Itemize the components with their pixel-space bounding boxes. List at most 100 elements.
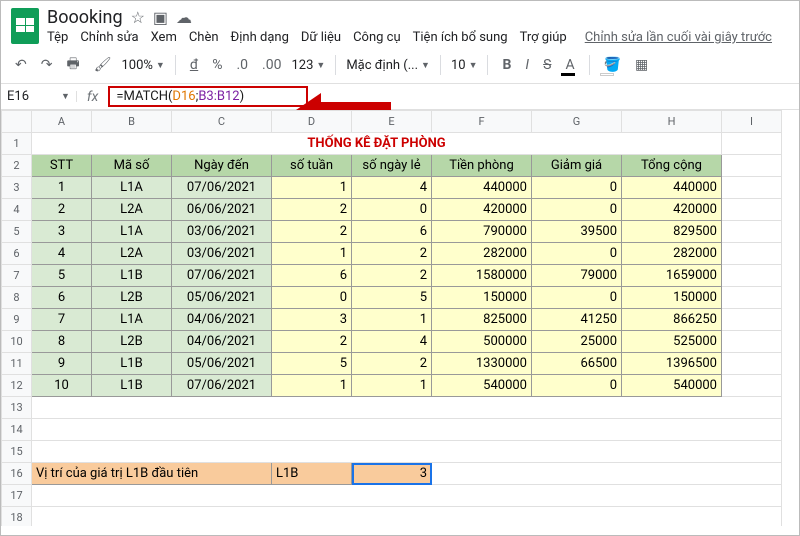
row-header[interactable]: 2 [2, 155, 32, 177]
menu-data[interactable]: Dữ liệu [301, 30, 341, 45]
cell[interactable]: 2 [352, 265, 432, 287]
table-header[interactable]: Giảm giá [532, 155, 622, 177]
cell[interactable] [32, 397, 782, 419]
row-header[interactable]: 8 [2, 287, 32, 309]
cell[interactable] [32, 507, 782, 527]
star-icon[interactable]: ☆ [131, 8, 145, 27]
cell[interactable]: 1 [352, 375, 432, 397]
currency-icon[interactable]: đ [186, 55, 202, 75]
cell[interactable]: L1A [92, 221, 172, 243]
lookup-label[interactable]: Vị trí của giá trị L1B đầu tiên [32, 463, 272, 485]
cell[interactable]: 05/06/2021 [172, 353, 272, 375]
cell[interactable]: 5 [352, 287, 432, 309]
menu-insert[interactable]: Chèn [189, 30, 219, 45]
cell[interactable]: 9 [32, 353, 92, 375]
cell[interactable]: 500000 [432, 331, 532, 353]
cell[interactable] [722, 155, 782, 177]
table-header[interactable]: STT [32, 155, 92, 177]
row-header[interactable]: 18 [2, 507, 32, 527]
cell[interactable]: 07/06/2021 [172, 265, 272, 287]
cell[interactable]: 2 [352, 243, 432, 265]
table-header[interactable]: Ngày đến [172, 155, 272, 177]
cell[interactable]: 41250 [532, 309, 622, 331]
doc-title[interactable]: Boooking [47, 7, 123, 28]
cell[interactable] [722, 221, 782, 243]
undo-icon[interactable]: ↶ [11, 55, 31, 75]
cell[interactable]: 150000 [432, 287, 532, 309]
number-format-select[interactable]: 123▼ [291, 58, 325, 73]
fill-color-button[interactable]: 🪣 [600, 55, 625, 75]
menu-file[interactable]: Tệp [47, 30, 68, 45]
italic-button[interactable]: I [521, 55, 533, 75]
cell[interactable]: 420000 [432, 199, 532, 221]
col-header[interactable]: F [432, 111, 532, 133]
cell[interactable]: 25000 [532, 331, 622, 353]
cell[interactable]: 05/06/2021 [172, 287, 272, 309]
increase-decimal-icon[interactable]: .00 [258, 55, 285, 75]
cell[interactable]: L1B [92, 375, 172, 397]
spreadsheet-grid[interactable]: A B C D E F G H I 1 THỐNG KÊ ĐẶT PHÒNG 2… [1, 110, 799, 526]
cell[interactable]: 150000 [622, 287, 722, 309]
cell[interactable]: 282000 [622, 243, 722, 265]
cell[interactable]: 1 [272, 243, 352, 265]
cell[interactable]: L2A [92, 199, 172, 221]
title-cell[interactable]: THỐNG KÊ ĐẶT PHÒNG [32, 133, 722, 155]
table-header[interactable]: số ngày lẻ [352, 155, 432, 177]
cell[interactable]: L2B [92, 287, 172, 309]
col-header[interactable]: A [32, 111, 92, 133]
font-size-select[interactable]: 10▼ [451, 58, 478, 73]
cell[interactable]: L1B [92, 353, 172, 375]
cell[interactable]: 1 [272, 177, 352, 199]
col-header[interactable]: C [172, 111, 272, 133]
menu-tools[interactable]: Công cụ [353, 30, 401, 45]
col-header[interactable]: H [622, 111, 722, 133]
cell[interactable] [722, 309, 782, 331]
cell[interactable] [32, 419, 782, 441]
font-select[interactable]: Mặc định (...▼ [346, 58, 430, 73]
row-header[interactable]: 16 [2, 463, 32, 485]
cell[interactable]: 825000 [432, 309, 532, 331]
strikethrough-button[interactable]: S [539, 55, 555, 75]
lookup-result[interactable]: 3 [352, 463, 432, 485]
row-header[interactable]: 6 [2, 243, 32, 265]
cell[interactable]: 1580000 [432, 265, 532, 287]
cell[interactable]: 866250 [622, 309, 722, 331]
cell[interactable]: 04/06/2021 [172, 331, 272, 353]
cell[interactable]: 6 [272, 265, 352, 287]
cell[interactable] [722, 199, 782, 221]
cell[interactable] [722, 331, 782, 353]
cell[interactable]: 4 [352, 331, 432, 353]
table-header[interactable]: Tiền phòng [432, 155, 532, 177]
col-header[interactable]: I [722, 111, 782, 133]
cell[interactable]: 4 [32, 243, 92, 265]
cell[interactable]: 0 [352, 199, 432, 221]
cell[interactable]: 3 [32, 221, 92, 243]
row-header[interactable]: 17 [2, 485, 32, 507]
cell[interactable]: 282000 [432, 243, 532, 265]
redo-icon[interactable]: ↷ [37, 55, 57, 75]
zoom-select[interactable]: 100%▼ [121, 58, 164, 73]
cell[interactable]: 4 [352, 177, 432, 199]
select-all-corner[interactable] [2, 111, 32, 133]
name-box[interactable]: E16 [1, 89, 61, 104]
cell[interactable]: L1A [92, 309, 172, 331]
col-header[interactable]: G [532, 111, 622, 133]
cell[interactable]: 790000 [432, 221, 532, 243]
cell[interactable]: 2 [272, 221, 352, 243]
cell[interactable]: 1396500 [622, 353, 722, 375]
row-header[interactable]: 12 [2, 375, 32, 397]
percent-icon[interactable]: % [208, 55, 226, 75]
cell[interactable] [722, 287, 782, 309]
cell[interactable]: 1659000 [622, 265, 722, 287]
table-header[interactable]: Mã số [92, 155, 172, 177]
menu-edit[interactable]: Chỉnh sửa [80, 30, 138, 45]
cell[interactable] [722, 353, 782, 375]
cell[interactable] [32, 485, 782, 507]
menu-addons[interactable]: Tiện ích bổ sung [413, 30, 508, 45]
cell[interactable]: 07/06/2021 [172, 177, 272, 199]
cell[interactable] [722, 243, 782, 265]
cell[interactable]: 1 [272, 375, 352, 397]
cell[interactable]: 2 [272, 199, 352, 221]
col-header[interactable]: E [352, 111, 432, 133]
cell[interactable]: 0 [272, 287, 352, 309]
